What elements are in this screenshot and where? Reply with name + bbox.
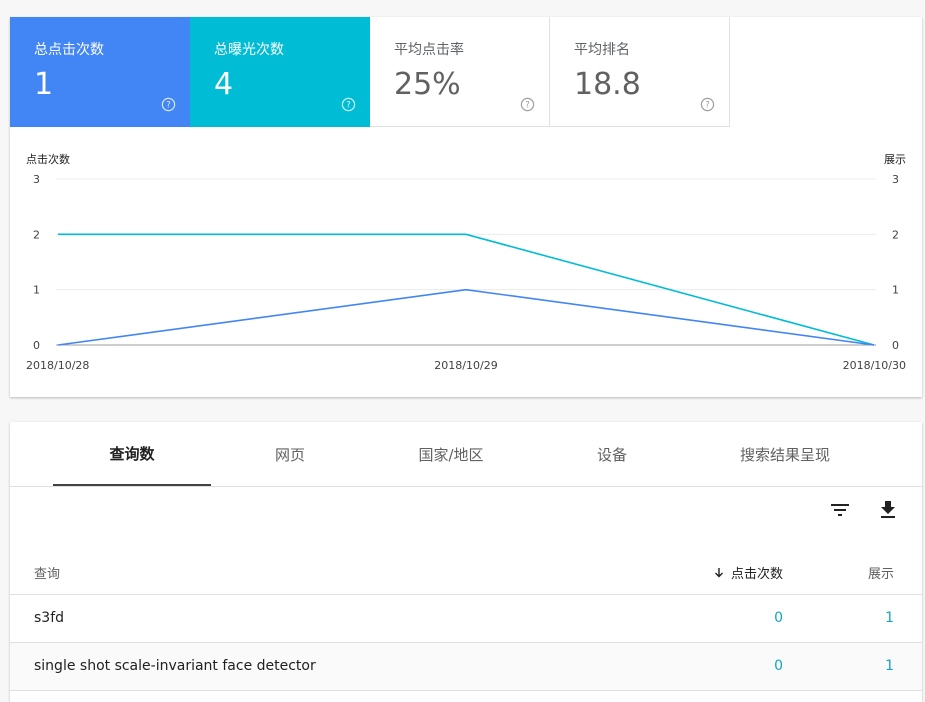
row-clicks: 0 bbox=[774, 610, 783, 626]
metric-label: 总曝光次数 bbox=[214, 42, 284, 58]
filter-icon[interactable] bbox=[828, 498, 852, 522]
tab-label: 查询数 bbox=[109, 444, 155, 463]
help-icon[interactable]: ? bbox=[161, 97, 176, 112]
x-tick-label: 2018/10/28 bbox=[26, 359, 89, 372]
column-clicks[interactable]: 点击次数 bbox=[713, 563, 783, 582]
tab-search-appearance[interactable]: 搜索结果呈现 bbox=[706, 422, 864, 486]
left-tick-label: 0 bbox=[33, 339, 40, 352]
svg-text:?: ? bbox=[346, 100, 350, 110]
help-icon[interactable]: ? bbox=[520, 97, 535, 112]
metric-value: 1 bbox=[34, 67, 54, 102]
left-tick-label: 3 bbox=[33, 173, 40, 186]
left-axis-title: 点击次数 bbox=[26, 152, 70, 166]
row-impressions: 1 bbox=[885, 658, 894, 674]
dimension-tabs: 查询数 网页 国家/地区 设备 搜索结果呈现 bbox=[10, 422, 922, 487]
metric-value: 4 bbox=[214, 67, 234, 102]
table-row[interactable]: single shot scale-invariant face detecto… bbox=[10, 643, 922, 691]
column-clicks-label: 点击次数 bbox=[730, 567, 783, 582]
row-clicks: 0 bbox=[774, 658, 783, 674]
table-row[interactable]: s3fd 0 1 bbox=[10, 595, 922, 643]
row-impressions: 1 bbox=[885, 610, 894, 626]
right-axis-title: 展示 bbox=[884, 153, 906, 166]
tab-label: 搜索结果呈现 bbox=[739, 445, 830, 464]
metric-total-clicks[interactable]: 总点击次数 1 ? bbox=[10, 17, 190, 127]
metric-label: 总点击次数 bbox=[34, 42, 104, 58]
help-icon[interactable]: ? bbox=[700, 97, 715, 112]
arrow-down-icon bbox=[714, 567, 723, 577]
metric-label: 平均点击率 bbox=[394, 42, 464, 58]
x-tick-label: 2018/10/29 bbox=[434, 359, 497, 372]
metric-total-impressions[interactable]: 总曝光次数 4 ? bbox=[190, 17, 370, 127]
series-line-clicks bbox=[57, 288, 875, 346]
tab-pages[interactable]: 网页 bbox=[211, 422, 369, 486]
queries-card: 查询数 网页 国家/地区 设备 搜索结果呈现 查询 点击次数 展示 s3fd 0… bbox=[10, 422, 922, 702]
row-query: single shot scale-invariant face detecto… bbox=[34, 658, 316, 674]
tab-devices[interactable]: 设备 bbox=[533, 422, 691, 486]
download-icon[interactable] bbox=[876, 498, 900, 522]
svg-text:?: ? bbox=[166, 100, 170, 110]
metric-average-ctr[interactable]: 平均点击率 25% ? bbox=[370, 17, 550, 127]
table-header: 查询 点击次数 展示 bbox=[10, 546, 922, 595]
row-query: s3fd bbox=[34, 610, 65, 626]
metric-value: 18.8 bbox=[574, 67, 641, 102]
column-query[interactable]: 查询 bbox=[34, 563, 60, 582]
help-icon[interactable]: ? bbox=[341, 97, 356, 112]
right-tick-label: 2 bbox=[892, 228, 899, 241]
svg-text:?: ? bbox=[705, 100, 709, 110]
tab-label: 国家/地区 bbox=[418, 445, 484, 464]
right-tick-label: 1 bbox=[892, 284, 899, 297]
left-tick-label: 1 bbox=[33, 284, 40, 297]
x-tick-label: 2018/10/30 bbox=[843, 359, 906, 372]
metric-average-position[interactable]: 平均排名 18.8 ? bbox=[550, 17, 730, 127]
metric-label: 平均排名 bbox=[574, 42, 630, 58]
right-tick-label: 0 bbox=[892, 339, 899, 352]
performance-card: 总点击次数 1 ? 总曝光次数 4 ? 平均点击率 25% ? 平均排名 18.… bbox=[10, 17, 922, 397]
tab-label: 设备 bbox=[596, 445, 627, 464]
left-tick-label: 2 bbox=[33, 228, 40, 241]
column-impressions[interactable]: 展示 bbox=[868, 563, 894, 582]
tab-countries[interactable]: 国家/地区 bbox=[372, 422, 530, 486]
right-tick-label: 3 bbox=[892, 173, 899, 186]
tab-queries[interactable]: 查询数 bbox=[53, 422, 211, 486]
tab-label: 网页 bbox=[274, 445, 305, 464]
svg-text:?: ? bbox=[525, 100, 529, 110]
performance-chart: 点击次数 展示 0 0 1 1 2 2 3 3 2018/10/28 2018/10/29 201… bbox=[26, 152, 906, 372]
metric-value: 25% bbox=[394, 67, 461, 102]
